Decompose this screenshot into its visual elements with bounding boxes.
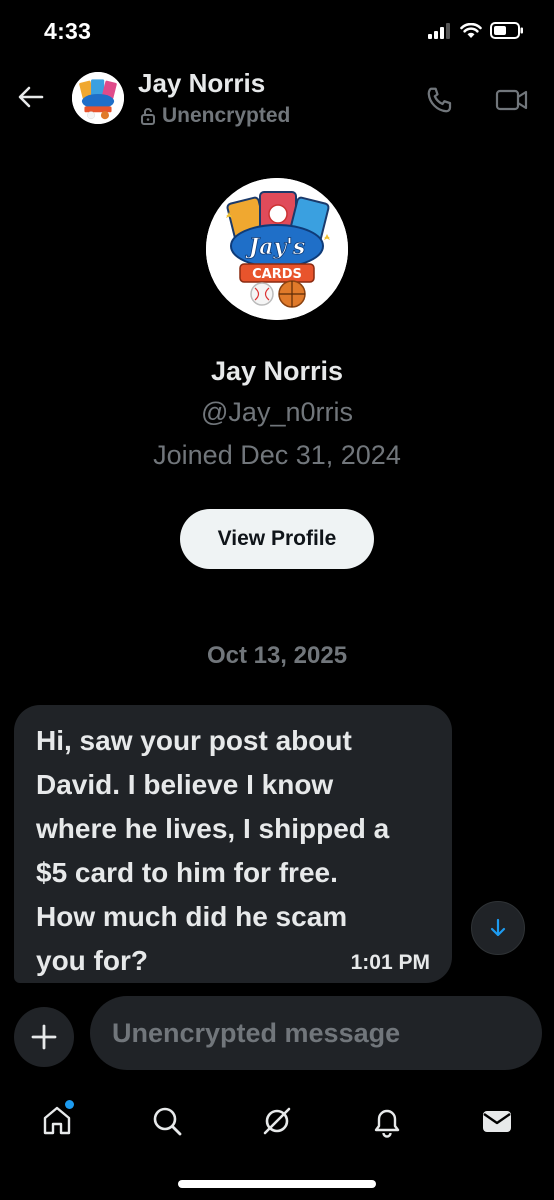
nav-notifications[interactable]	[362, 1096, 412, 1146]
back-button[interactable]	[14, 80, 48, 114]
message-bubble[interactable]: Hi, saw your post about David. I believe…	[14, 705, 452, 983]
grok-icon	[263, 1107, 291, 1135]
message-timestamp: 1:01 PM	[350, 951, 430, 974]
logo-text-top: Jay's	[245, 234, 306, 260]
profile-avatar[interactable]: Jay's CARDS	[206, 178, 348, 320]
logo-text-bottom: CARDS	[252, 267, 302, 282]
encryption-status: Unencrypted	[140, 104, 290, 128]
message-text: Hi, saw your post about David. I believe…	[36, 725, 390, 976]
arrow-left-icon	[18, 86, 44, 108]
wifi-icon	[460, 22, 482, 38]
home-notification-dot	[65, 1100, 74, 1109]
nav-grok[interactable]	[252, 1096, 302, 1146]
view-profile-button[interactable]: View Profile	[180, 509, 374, 569]
conversation-header: Jay Norris Unencrypted	[0, 60, 554, 140]
contact-avatar[interactable]	[72, 72, 124, 124]
bottom-nav	[0, 1090, 554, 1150]
encryption-status-label: Unencrypted	[162, 104, 291, 127]
battery-icon	[490, 22, 523, 39]
nav-messages[interactable]	[472, 1096, 522, 1146]
profile-handle: @Jay_n0rris	[201, 397, 353, 427]
home-icon	[43, 1106, 71, 1135]
profile-joined-date: Joined Dec 31, 2024	[153, 440, 401, 470]
add-attachment-button[interactable]	[14, 1007, 74, 1067]
contact-name[interactable]: Jay Norris	[138, 68, 265, 99]
cellular-signal-icon	[428, 22, 450, 39]
scroll-to-bottom-button[interactable]	[471, 901, 525, 955]
plus-icon	[31, 1024, 57, 1050]
nav-search[interactable]	[142, 1096, 192, 1146]
status-bar: 4:33	[0, 0, 554, 60]
status-time: 4:33	[44, 18, 92, 44]
nav-home[interactable]	[32, 1096, 82, 1146]
video-call-button[interactable]	[492, 82, 532, 118]
voice-call-button[interactable]	[422, 82, 458, 118]
notifications-bell-icon	[374, 1109, 400, 1138]
date-divider: Oct 13, 2025	[206, 642, 348, 669]
profile-name: Jay Norris	[210, 356, 344, 386]
messages-envelope-icon	[483, 1111, 511, 1132]
video-camera-icon	[495, 89, 528, 111]
status-icons	[428, 22, 524, 39]
search-icon	[153, 1107, 182, 1136]
message-input[interactable]	[90, 996, 542, 1070]
jays-cards-logo-icon	[72, 72, 124, 124]
arrow-down-icon	[490, 918, 506, 937]
jays-cards-logo-icon: Jay's CARDS	[206, 178, 348, 320]
phone-icon	[427, 87, 452, 113]
home-indicator	[178, 1180, 376, 1188]
unlocked-padlock-icon	[141, 108, 155, 125]
